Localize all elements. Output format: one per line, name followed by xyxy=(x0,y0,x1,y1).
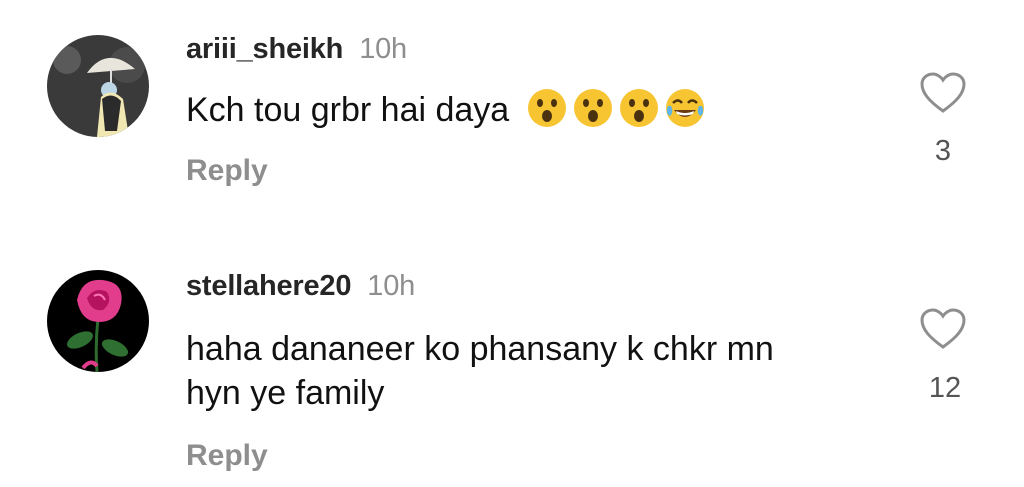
comment-item: stellahere20 10h haha dananeer ko phansan… xyxy=(0,240,1024,487)
comment-text: Kch tou grbr hai daya xyxy=(186,88,886,132)
heart-icon xyxy=(920,72,966,113)
like-count: 12 xyxy=(928,372,962,404)
comment-text-label: Kch tou grbr hai daya xyxy=(186,91,510,129)
like-button[interactable] xyxy=(919,307,967,351)
username[interactable]: stellahere20 10h xyxy=(186,270,415,303)
rose-avatar xyxy=(47,270,149,372)
surprised-face-emoji xyxy=(573,89,612,127)
timestamp: 10h xyxy=(359,33,407,65)
avatar[interactable] xyxy=(47,270,149,372)
username-label[interactable]: ariii_sheikh xyxy=(186,33,343,65)
heart-icon xyxy=(920,308,966,349)
reply-button[interactable]: Reply xyxy=(186,154,268,188)
surprised-face-emoji xyxy=(619,89,658,127)
comment-text-line: haha dananeer ko phansany k chkr mn xyxy=(186,330,774,368)
comment-text-line: hyn ye family xyxy=(186,374,385,412)
timestamp: 10h xyxy=(367,270,416,302)
like-button[interactable] xyxy=(919,71,967,115)
surprised-face-emoji xyxy=(527,89,566,127)
avatar[interactable] xyxy=(47,35,149,137)
like-count: 3 xyxy=(934,135,952,167)
reply-button[interactable]: Reply xyxy=(186,439,268,473)
comment-text: haha dananeer ko phansany k chkr mn hyn … xyxy=(186,327,886,415)
comment-item: ariii_sheikh 10h Kch tou grbr hai daya Re… xyxy=(0,0,1024,240)
username[interactable]: ariii_sheikh 10h xyxy=(186,33,407,66)
emoji-group xyxy=(527,89,711,129)
user-photo-avatar xyxy=(47,35,149,137)
laughing-tears-emoji xyxy=(665,89,704,127)
username-label[interactable]: stellahere20 xyxy=(186,270,351,302)
